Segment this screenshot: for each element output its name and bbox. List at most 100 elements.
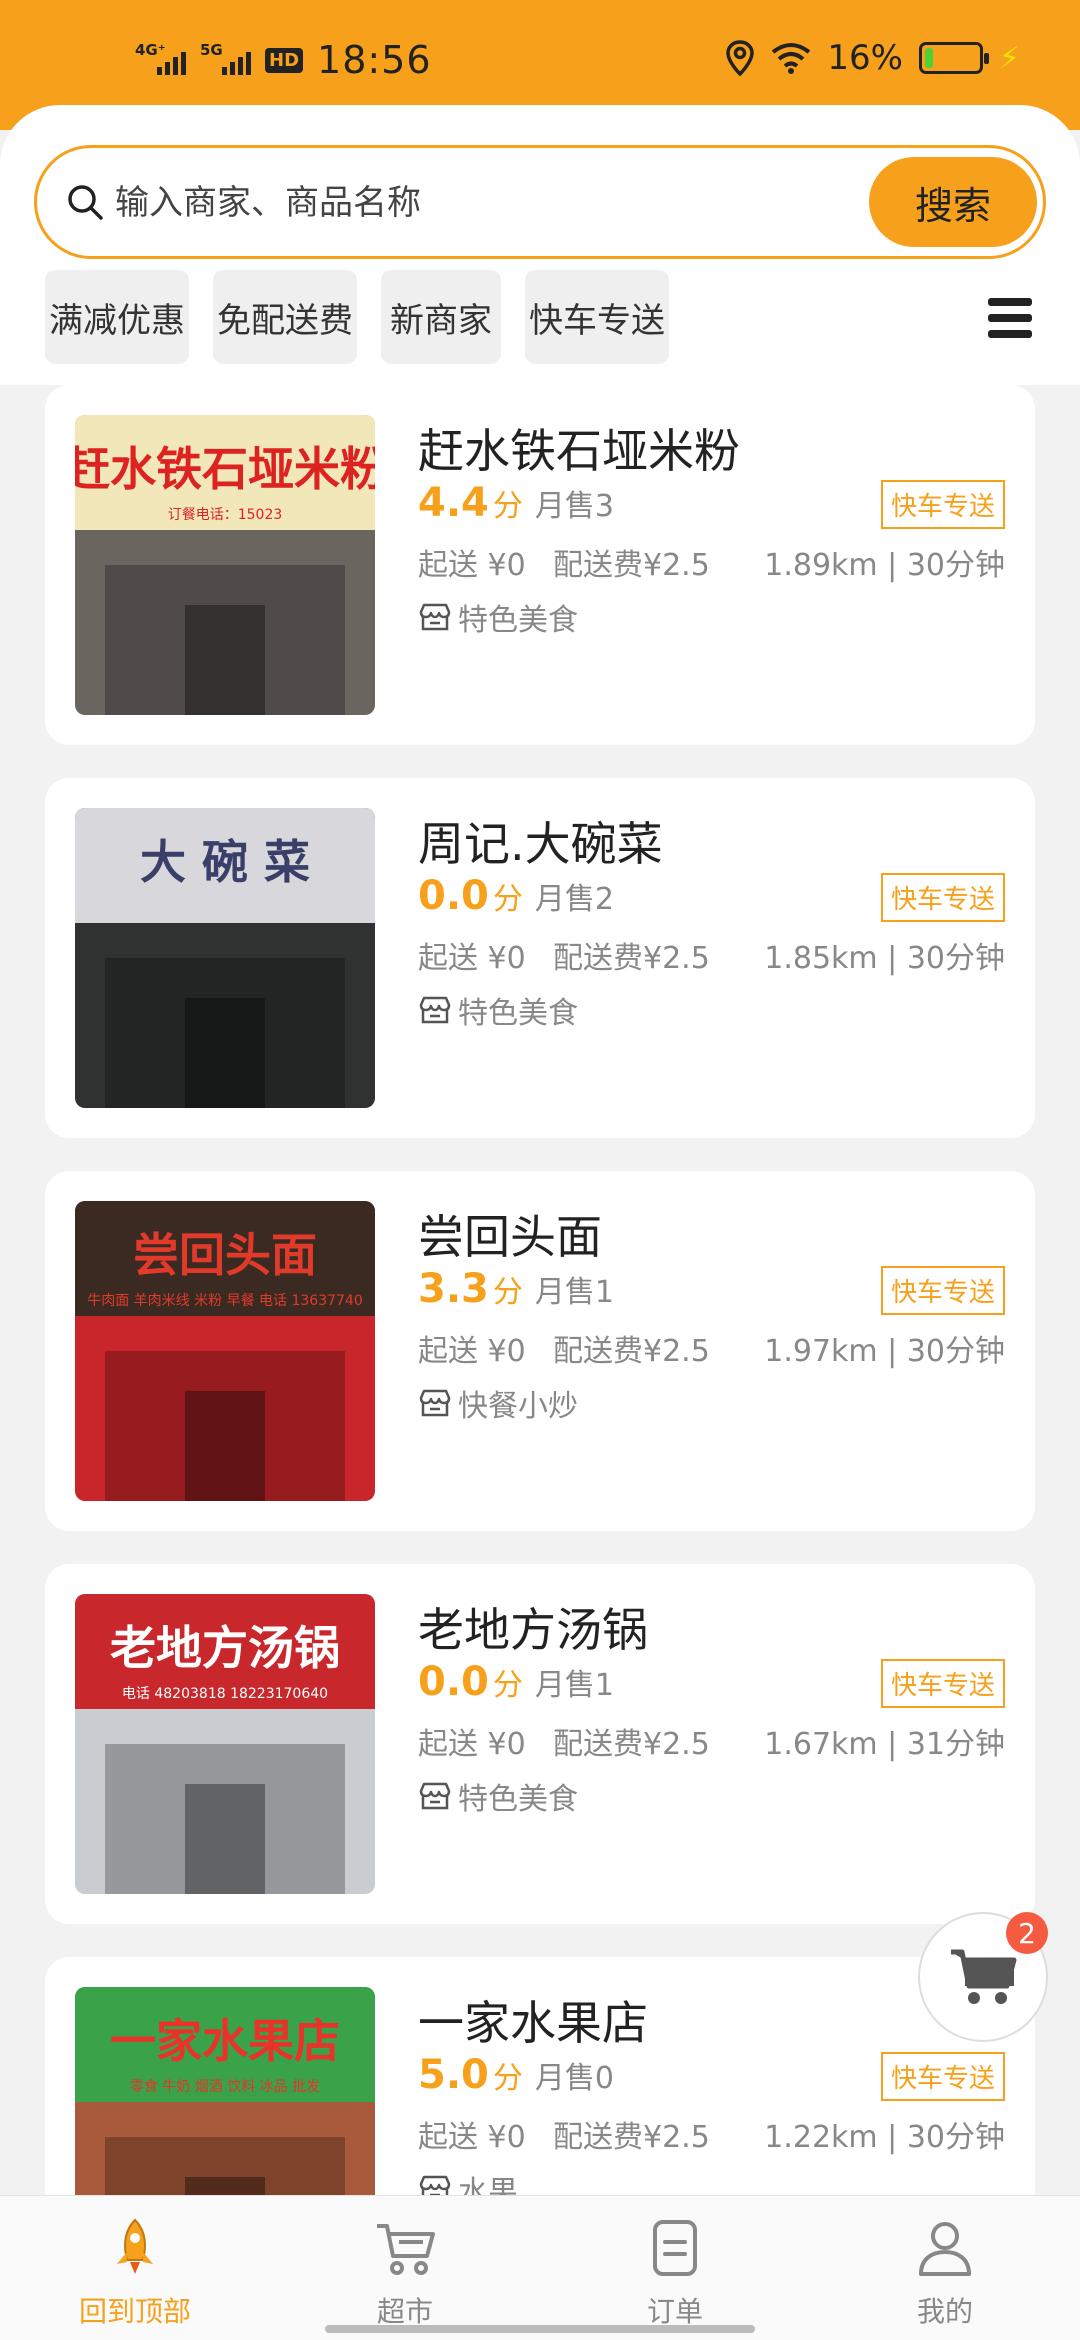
store-icon bbox=[419, 2175, 451, 2195]
shop-photo-sign-text: 老地方汤锅 bbox=[110, 1621, 340, 1675]
nav-item-supermarket[interactable]: 超市 bbox=[270, 2196, 540, 2340]
category-label: 水果 bbox=[458, 2175, 518, 2195]
category-label: 特色美食 bbox=[458, 603, 578, 638]
shop-card[interactable]: 老地方汤锅 电话 48203818 18223170640 老地方汤锅 0.0 … bbox=[45, 1564, 1035, 1924]
distance-time: 1.22km | 30分钟 bbox=[764, 2120, 1005, 2155]
nav-label-orders: 订单 bbox=[646, 2295, 703, 2328]
status-right: 16% ⚡ bbox=[725, 38, 1020, 78]
delivery-fee: 配送费¥2.5 bbox=[553, 2120, 710, 2155]
search-input[interactable] bbox=[115, 168, 875, 238]
express-delivery-tag: 快车专送 bbox=[880, 2052, 1005, 2101]
shop-category: 特色美食 bbox=[418, 1774, 578, 1818]
order-icon bbox=[653, 2220, 697, 2276]
cell-signal-icon-2: 5G bbox=[200, 41, 251, 75]
shop-photo: 一家水果店 零食 牛奶 烟酒 饮料 冰品 批发 bbox=[75, 1987, 375, 2195]
delivery-fee: 配送费¥2.5 bbox=[553, 548, 710, 583]
rating-unit: 分 bbox=[492, 1668, 523, 1703]
search-icon bbox=[68, 185, 103, 220]
monthly-sales: 月售3 bbox=[534, 489, 614, 524]
charging-icon: ⚡ bbox=[998, 40, 1020, 76]
shop-rating: 0.0 bbox=[418, 873, 489, 919]
nav-item-back-to-top[interactable]: 回到顶部 bbox=[0, 2196, 270, 2340]
shop-rating: 3.3 bbox=[418, 1266, 489, 1312]
shop-category: 快餐小炒 bbox=[418, 1381, 578, 1425]
search-button[interactable]: 搜索 bbox=[869, 157, 1037, 247]
filter-chip-new-shop[interactable]: 新商家 bbox=[381, 270, 501, 364]
shop-photo-sign-text: 赶水铁石垭米粉 bbox=[75, 442, 375, 496]
shop-card[interactable]: 一家水果店 零食 牛奶 烟酒 饮料 冰品 批发 一家水果店 5.0 分 月售0 … bbox=[45, 1957, 1035, 2195]
shop-photo-sign-subtext: 零食 牛奶 烟酒 饮料 冰品 批发 bbox=[130, 2078, 320, 2095]
shop-photo-sign-text: 一家水果店 bbox=[110, 2014, 340, 2068]
shop-category: 特色美食 bbox=[418, 988, 578, 1032]
delivery-info: 起送 ¥0 配送费¥2.5 1.22km | 30分钟 bbox=[418, 2112, 1005, 2156]
shop-photo: 尝回头面 牛肉面 羊肉米线 米粉 早餐 电话 13637740 bbox=[75, 1201, 375, 1501]
filter-chip-express[interactable]: 快车专送 bbox=[525, 270, 669, 364]
store-icon bbox=[419, 996, 451, 1024]
delivery-info: 起送 ¥0 配送费¥2.5 1.97km | 30分钟 bbox=[418, 1326, 1005, 1370]
category-label: 快餐小炒 bbox=[458, 1389, 578, 1424]
shop-photo-sign-text: 尝回头面 bbox=[133, 1228, 317, 1282]
min-order: 起送 ¥0 bbox=[418, 1334, 526, 1369]
shop-card[interactable]: 赶水铁石垭米粉 订餐电话：15023 赶水铁石垭米粉 4.4 分 月售3 快车专… bbox=[45, 385, 1035, 745]
shop-category: 水果 bbox=[418, 2167, 518, 2195]
monthly-sales: 月售2 bbox=[534, 882, 614, 917]
wifi-icon bbox=[772, 43, 811, 74]
express-delivery-tag: 快车专送 bbox=[880, 480, 1005, 529]
distance-time: 1.97km | 30分钟 bbox=[764, 1334, 1005, 1369]
shop-card[interactable]: 大 碗 菜 周记.大碗菜 0.0 分 月售2 快车专送 起送 ¥0 配送费¥2.… bbox=[45, 778, 1035, 1138]
category-label: 特色美食 bbox=[458, 1782, 578, 1817]
filter-chip-free-delivery[interactable]: 免配送费 bbox=[213, 270, 357, 364]
search-bar: 搜索 bbox=[34, 145, 1046, 259]
shop-name: 赶水铁石垭米粉 bbox=[418, 424, 740, 478]
min-order: 起送 ¥0 bbox=[418, 548, 526, 583]
monthly-sales: 月售1 bbox=[534, 1275, 614, 1310]
express-delivery-tag: 快车专送 bbox=[880, 1659, 1005, 1708]
rating-line: 0.0 分 月售2 bbox=[418, 873, 614, 919]
filter-chips: 满减优惠 免配送费 新商家 快车专送 bbox=[45, 270, 669, 364]
rating-unit: 分 bbox=[492, 489, 523, 524]
rating-line: 4.4 分 月售3 bbox=[418, 480, 614, 526]
rating-line: 5.0 分 月售0 bbox=[418, 2052, 614, 2098]
nav-item-orders[interactable]: 订单 bbox=[540, 2196, 810, 2340]
express-delivery-tag: 快车专送 bbox=[880, 873, 1005, 922]
home-indicator bbox=[325, 2325, 755, 2333]
rating-unit: 分 bbox=[492, 2061, 523, 2096]
shop-photo: 老地方汤锅 电话 48203818 18223170640 bbox=[75, 1594, 375, 1894]
signal-type-label: 4G⁺ bbox=[135, 41, 166, 59]
menu-icon[interactable] bbox=[988, 298, 1032, 338]
signal-type-label-2: 5G bbox=[200, 41, 223, 59]
rating-line: 3.3 分 月售1 bbox=[418, 1266, 614, 1312]
delivery-fee: 配送费¥2.5 bbox=[553, 941, 710, 976]
nav-item-profile[interactable]: 我的 bbox=[810, 2196, 1080, 2340]
cart-icon bbox=[377, 2224, 435, 2275]
cart-badge: 2 bbox=[1006, 1912, 1048, 1954]
shop-photo-sign-subtext: 电话 48203818 18223170640 bbox=[122, 1686, 328, 1702]
search-header: 搜索 满减优惠 免配送费 新商家 快车专送 bbox=[0, 105, 1080, 385]
rocket-icon bbox=[117, 2218, 153, 2274]
shop-photo-sign-subtext: 订餐电话：15023 bbox=[168, 507, 283, 523]
min-order: 起送 ¥0 bbox=[418, 1727, 526, 1762]
delivery-fee: 配送费¥2.5 bbox=[553, 1727, 710, 1762]
shop-photo: 大 碗 菜 bbox=[75, 808, 375, 1108]
rating-unit: 分 bbox=[492, 1275, 523, 1310]
delivery-info: 起送 ¥0 配送费¥2.5 1.85km | 30分钟 bbox=[418, 933, 1005, 977]
nav-label-profile: 我的 bbox=[916, 2295, 973, 2328]
filter-chip-discount[interactable]: 满减优惠 bbox=[45, 270, 189, 364]
status-time: 18:56 bbox=[317, 38, 432, 82]
distance-time: 1.89km | 30分钟 bbox=[764, 548, 1005, 583]
nav-label-back-to-top: 回到顶部 bbox=[78, 2295, 191, 2328]
shop-rating: 5.0 bbox=[418, 2052, 489, 2098]
location-icon bbox=[726, 40, 755, 76]
shop-name: 老地方汤锅 bbox=[418, 1603, 648, 1657]
cell-signal-icon: 4G⁺ bbox=[135, 41, 186, 75]
store-icon bbox=[419, 1389, 451, 1417]
shop-list: 赶水铁石垭米粉 订餐电话：15023 赶水铁石垭米粉 4.4 分 月售3 快车专… bbox=[0, 385, 1080, 2195]
user-icon bbox=[919, 2222, 971, 2276]
hd-voice-badge: HD bbox=[265, 47, 304, 73]
min-order: 起送 ¥0 bbox=[418, 2120, 526, 2155]
shop-card[interactable]: 尝回头面 牛肉面 羊肉米线 米粉 早餐 电话 13637740 尝回头面 3.3… bbox=[45, 1171, 1035, 1531]
status-left: 4G⁺ 5G HD 18:56 bbox=[135, 38, 432, 82]
floating-cart-button[interactable]: 2 bbox=[918, 1912, 1048, 2042]
rating-unit: 分 bbox=[492, 882, 523, 917]
battery-percent: 16% bbox=[827, 38, 903, 78]
